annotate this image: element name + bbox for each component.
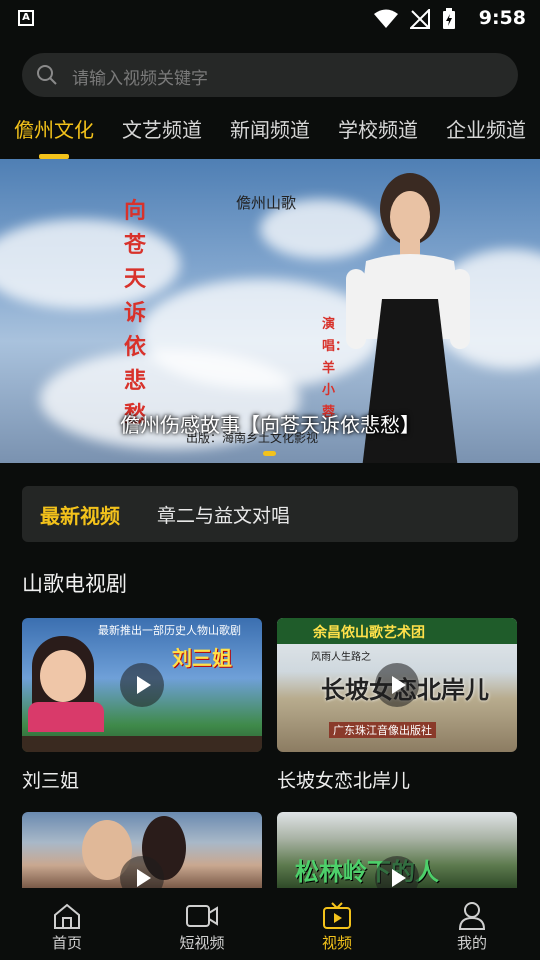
play-icon[interactable]: [120, 663, 164, 707]
video-thumbnail[interactable]: [22, 812, 262, 888]
thumbnail-footer: 广东珠江音像出版社: [329, 722, 436, 738]
thumbnail-title: 刘三姐: [172, 646, 232, 670]
banner-vertical-title: 向苍天诉依悲愁: [124, 198, 147, 428]
no-signal-icon: [410, 9, 430, 29]
tab-danzhou-culture[interactable]: 儋州文化: [14, 114, 94, 143]
video-card[interactable]: 余昌侬山歌艺术团 风雨人生路之 长坡女恋北岸儿 广东珠江音像出版社 长坡女恋北岸…: [277, 618, 517, 793]
video-card[interactable]: 松林岭下的人: [277, 812, 517, 888]
app-notification-icon: A: [18, 10, 34, 26]
search-bar[interactable]: 请输入视频关键字: [22, 53, 518, 97]
nav-home[interactable]: 首页: [22, 900, 112, 953]
search-icon: [37, 65, 57, 85]
tab-news-channel[interactable]: 新闻频道: [230, 114, 310, 143]
battery-charging-icon: [443, 8, 455, 29]
nav-mine[interactable]: 我的: [427, 900, 517, 953]
latest-video-title[interactable]: 章二与益文对唱: [157, 501, 290, 528]
tab-arts-channel[interactable]: 文艺频道: [122, 114, 202, 143]
thumbnail-banner: 余昌侬山歌艺术团: [313, 625, 425, 641]
channel-tabs: 儋州文化 文艺频道 新闻频道 学校频道 企业频道: [0, 110, 540, 160]
banner-page-indicator: [263, 451, 276, 456]
video-title[interactable]: 刘三姐: [22, 766, 262, 793]
search-input[interactable]: 请输入视频关键字: [72, 64, 208, 89]
video-camera-icon: [186, 905, 218, 927]
video-title[interactable]: 长坡女恋北岸儿: [277, 766, 517, 793]
latest-videos-tag: 最新视频: [40, 504, 120, 528]
user-icon: [458, 902, 486, 930]
banner-top-label: 儋州山歌: [236, 194, 297, 212]
home-icon: [54, 903, 80, 929]
status-icons: [374, 8, 456, 30]
wifi-icon: [374, 9, 398, 28]
video-card[interactable]: 最新推出一部历史人物山歌剧 刘三姐 刘三姐: [22, 618, 262, 793]
bottom-navigation: 首页 短视频 视频 我的: [0, 888, 540, 960]
nav-video[interactable]: 视频: [292, 900, 382, 953]
banner-singer-credit: 演唱：羊小蓉: [322, 317, 349, 420]
video-thumbnail[interactable]: 最新推出一部历史人物山歌剧 刘三姐: [22, 618, 262, 752]
tv-play-icon: [323, 902, 351, 929]
thumbnail-banner: 最新推出一部历史人物山歌剧: [98, 624, 241, 637]
video-thumbnail[interactable]: 松林岭下的人: [277, 812, 517, 888]
nav-video-label: 视频: [321, 934, 352, 952]
video-card[interactable]: [22, 812, 262, 888]
banner-caption: 儋州伤感故事【向苍天诉依悲愁】: [120, 413, 420, 437]
video-thumbnail[interactable]: 余昌侬山歌艺术团 风雨人生路之 长坡女恋北岸儿 广东珠江音像出版社: [277, 618, 517, 752]
section-title: 山歌电视剧: [22, 572, 127, 596]
status-bar: A 9:58: [0, 0, 540, 38]
featured-banner[interactable]: 向苍天诉依悲愁 儋州山歌 演唱：羊小蓉 出版：海南乡土文化影视 儋州伤感故事【向…: [0, 159, 540, 463]
nav-short-video[interactable]: 短视频: [157, 900, 247, 953]
nav-home-label: 首页: [51, 934, 82, 952]
latest-videos-ticker[interactable]: 最新视频 章二与益文对唱: [22, 486, 518, 542]
tab-enterprise-channel[interactable]: 企业频道: [446, 114, 526, 143]
thumbnail-subtitle: 风雨人生路之: [311, 652, 371, 663]
status-time: 9:58: [478, 7, 526, 29]
tab-school-channel[interactable]: 学校频道: [338, 114, 418, 143]
nav-mine-label: 我的: [456, 934, 487, 952]
play-icon[interactable]: [375, 663, 419, 707]
nav-short-video-label: 短视频: [179, 934, 225, 952]
